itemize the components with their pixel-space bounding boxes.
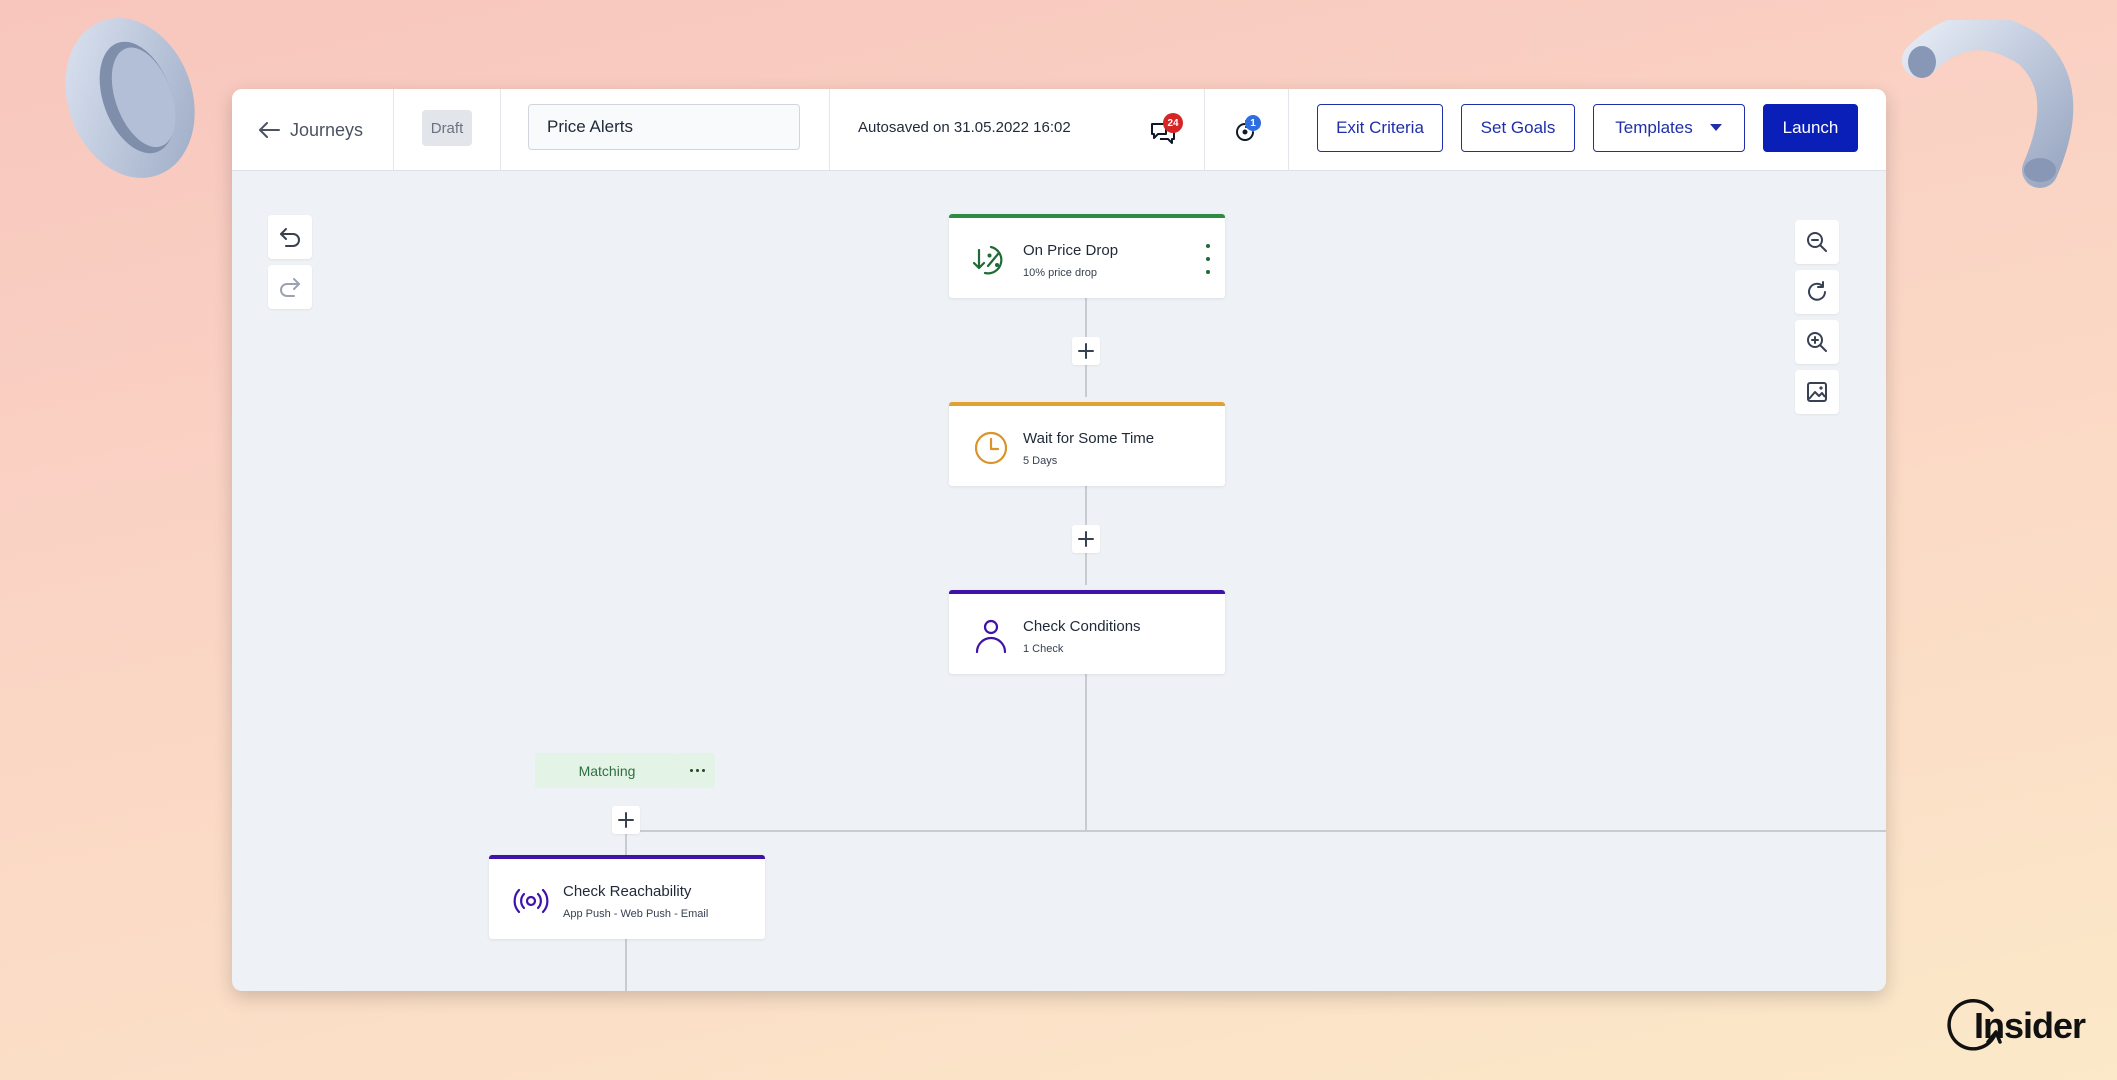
insider-logo: Insider (1944, 996, 2086, 1056)
journey-node-on-price-drop[interactable]: On Price Drop 10% price drop (949, 214, 1225, 298)
image-icon (1807, 382, 1827, 402)
clock-icon (974, 431, 1008, 465)
toolbar-divider (500, 89, 501, 170)
more-dot-icon (689, 769, 693, 772)
plus-icon (1078, 343, 1094, 359)
reset-zoom-button[interactable] (1795, 270, 1839, 314)
more-dot-icon (701, 769, 705, 772)
zoom-out-icon (1807, 232, 1827, 252)
autosave-status: Autosaved on 31.05.2022 16:02 (858, 119, 1071, 136)
node-color-bar (949, 402, 1225, 406)
templates-dropdown[interactable]: Templates (1593, 104, 1745, 152)
exit-criteria-button[interactable]: Exit Criteria (1317, 104, 1443, 152)
branch-line (625, 830, 1886, 832)
comments-count-badge: 24 (1163, 113, 1183, 133)
connector-line (625, 943, 627, 991)
export-image-button[interactable] (1795, 370, 1839, 414)
back-label: Journeys (290, 119, 364, 140)
node-color-bar (949, 214, 1225, 218)
connector-line (1085, 673, 1087, 830)
node-title: Check Conditions (1023, 618, 1141, 635)
toolbar-divider (393, 89, 394, 170)
caret-down-icon (1709, 124, 1722, 131)
zoom-in-icon (1807, 332, 1827, 352)
plus-icon (618, 812, 634, 828)
node-subtitle: 5 Days (1023, 455, 1058, 467)
add-step-button[interactable] (1072, 337, 1100, 365)
notifications-button[interactable]: 1 (1232, 113, 1266, 147)
journey-node-check-conditions[interactable]: Check Conditions 1 Check (949, 590, 1225, 674)
person-icon (975, 619, 1007, 654)
node-title: Wait for Some Time (1023, 430, 1155, 447)
toolbar-divider (1288, 89, 1289, 170)
journey-name-input[interactable] (528, 104, 800, 150)
zoom-out-button[interactable] (1795, 220, 1839, 264)
status-badge: Draft (422, 110, 472, 146)
node-subtitle: 1 Check (1023, 643, 1064, 655)
logo-text: Insider (1974, 1005, 2086, 1046)
more-dot-icon (695, 769, 699, 772)
redo-button[interactable] (268, 265, 312, 309)
node-more-menu-button[interactable] (1201, 244, 1215, 274)
zoom-in-button[interactable] (1795, 320, 1839, 364)
kebab-dot-icon (1206, 257, 1210, 261)
decorative-ring-shape (65, 18, 195, 178)
set-goals-button[interactable]: Set Goals (1461, 104, 1575, 152)
undo-icon (280, 228, 300, 247)
refresh-icon (1808, 281, 1826, 301)
journey-node-check-reachability[interactable]: Check Reachability App Push - Web Push -… (489, 855, 765, 939)
add-step-button[interactable] (612, 806, 640, 834)
add-step-button[interactable] (1072, 525, 1100, 553)
toolbar-divider (829, 89, 830, 170)
notifications-count-badge: 1 (1245, 115, 1261, 131)
templates-label: Templates (1615, 118, 1693, 137)
node-subtitle: App Push - Web Push - Email (563, 908, 709, 920)
launch-button[interactable]: Launch (1763, 104, 1858, 152)
journey-builder-window: Journeys Draft Autosaved on 31.05.2022 1… (232, 89, 1886, 991)
broadcast-icon (513, 888, 549, 914)
arrow-left-icon (259, 122, 280, 138)
kebab-dot-icon (1206, 270, 1210, 274)
undo-button[interactable] (268, 215, 312, 259)
back-to-journeys-link[interactable]: Journeys (258, 115, 363, 145)
node-title: On Price Drop (1023, 242, 1119, 259)
comments-button[interactable]: 24 (1149, 113, 1189, 147)
toolbar-divider (1204, 89, 1205, 170)
top-toolbar: Journeys Draft Autosaved on 31.05.2022 1… (232, 89, 1886, 171)
kebab-dot-icon (1206, 244, 1210, 248)
node-title: Check Reachability (563, 883, 692, 900)
decorative-arc-shape (1902, 20, 2074, 188)
branch-label-matching[interactable]: Matching (535, 753, 679, 788)
plus-icon (1078, 531, 1094, 547)
node-color-bar (489, 855, 765, 859)
redo-icon (280, 278, 300, 297)
node-subtitle: 10% price drop (1023, 267, 1097, 279)
branch-more-button[interactable] (679, 753, 715, 788)
price-drop-icon (972, 245, 1003, 275)
node-color-bar (949, 590, 1225, 594)
journey-node-wait[interactable]: Wait for Some Time 5 Days (949, 402, 1225, 486)
